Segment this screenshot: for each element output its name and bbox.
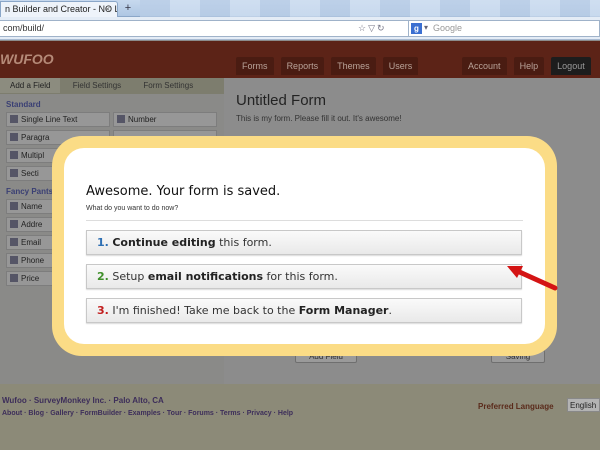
- continue-editing-option[interactable]: 1. Continue editing this form.: [86, 230, 522, 255]
- tab-form-settings[interactable]: Form Settings: [133, 78, 203, 93]
- globe-icon: [10, 220, 18, 228]
- tab-add-field[interactable]: Add a Field: [0, 78, 61, 93]
- new-tab-button[interactable]: +: [120, 2, 136, 15]
- footer-links[interactable]: About · Blog · Gallery · FormBuilder · E…: [2, 410, 293, 417]
- url-bar-icons: ☆▽↻: [358, 23, 387, 34]
- logout-link[interactable]: Logout: [551, 57, 591, 75]
- app-header: WUFOO Forms Reports Themes Users Account…: [0, 41, 600, 78]
- url-bar[interactable]: com/build/ ☆▽↻: [0, 20, 410, 37]
- nav-forms[interactable]: Forms: [236, 57, 274, 75]
- radio-icon: [10, 151, 18, 159]
- envelope-icon: [10, 238, 18, 246]
- money-icon: [10, 274, 18, 282]
- url-text: com/build/: [3, 23, 45, 33]
- wufoo-logo[interactable]: WUFOO: [0, 51, 54, 67]
- phone-icon: [10, 256, 18, 264]
- reload-icon[interactable]: ↻: [377, 23, 387, 33]
- star-icon[interactable]: ☆: [358, 23, 368, 33]
- red-arrow-icon: [507, 266, 558, 291]
- footer: Wufoo · SurveyMonkey Inc. · Palo Alto, C…: [0, 384, 600, 450]
- email-notifications-option[interactable]: 2. Setup email notifications for this fo…: [86, 264, 522, 289]
- person-icon: [10, 202, 18, 210]
- language-select[interactable]: English: [567, 398, 600, 412]
- browser-nav-bar: com/build/ ☆▽↻ g ▾ Google: [0, 17, 600, 40]
- nav-reports[interactable]: Reports: [280, 57, 325, 75]
- form-manager-option[interactable]: 3. I'm finished! Take me back to the For…: [86, 298, 522, 323]
- field-single-line-text[interactable]: Single Line Text: [6, 112, 110, 127]
- section-icon: [10, 169, 18, 177]
- other-tabs: [140, 0, 600, 17]
- search-box[interactable]: g ▾ Google: [408, 20, 600, 37]
- option-number: 2.: [97, 270, 109, 283]
- tab-field-settings[interactable]: Field Settings: [63, 78, 131, 93]
- number-icon: [117, 115, 125, 123]
- account-link[interactable]: Account: [462, 57, 507, 75]
- form-title[interactable]: Untitled Form: [236, 92, 326, 109]
- modal-subtitle: What do you want to do now?: [86, 205, 523, 221]
- save-confirmation-modal: Awesome. Your form is saved. What do you…: [64, 148, 545, 344]
- browser-tab[interactable]: n Builder and Creator - NO L... ×: [0, 1, 118, 17]
- chevron-down-icon[interactable]: ▾: [424, 23, 428, 32]
- browser-tab-title: n Builder and Creator - NO L...: [5, 4, 118, 14]
- standard-heading: Standard: [6, 100, 41, 109]
- browser-tab-bar: n Builder and Creator - NO L... × +: [0, 0, 600, 17]
- nav-themes[interactable]: Themes: [331, 57, 376, 75]
- paragraph-icon: [10, 133, 18, 141]
- footer-company: Wufoo · SurveyMonkey Inc. · Palo Alto, C…: [2, 396, 164, 405]
- form-description[interactable]: This is my form. Please fill it out. It'…: [236, 114, 402, 123]
- help-link[interactable]: Help: [513, 57, 545, 75]
- dropdown-icon[interactable]: ▽: [368, 23, 377, 33]
- preferred-language-label: Preferred Language: [478, 402, 554, 411]
- modal-frame: Awesome. Your form is saved. What do you…: [52, 136, 557, 356]
- main-nav: Forms Reports Themes Users: [236, 57, 422, 75]
- google-g-icon[interactable]: g: [411, 23, 422, 34]
- option-number: 3.: [97, 304, 109, 317]
- field-number[interactable]: Number: [113, 112, 217, 127]
- close-tab-icon[interactable]: ×: [105, 4, 110, 14]
- nav-users[interactable]: Users: [382, 57, 419, 75]
- sidebar-tabs: Add a Field Field Settings Form Settings: [0, 78, 224, 94]
- modal-title: Awesome. Your form is saved.: [86, 184, 281, 199]
- option-number: 1.: [97, 236, 109, 249]
- text-icon: [10, 115, 18, 123]
- account-nav: Account Help Logout: [462, 57, 595, 75]
- search-placeholder: Google: [433, 23, 463, 33]
